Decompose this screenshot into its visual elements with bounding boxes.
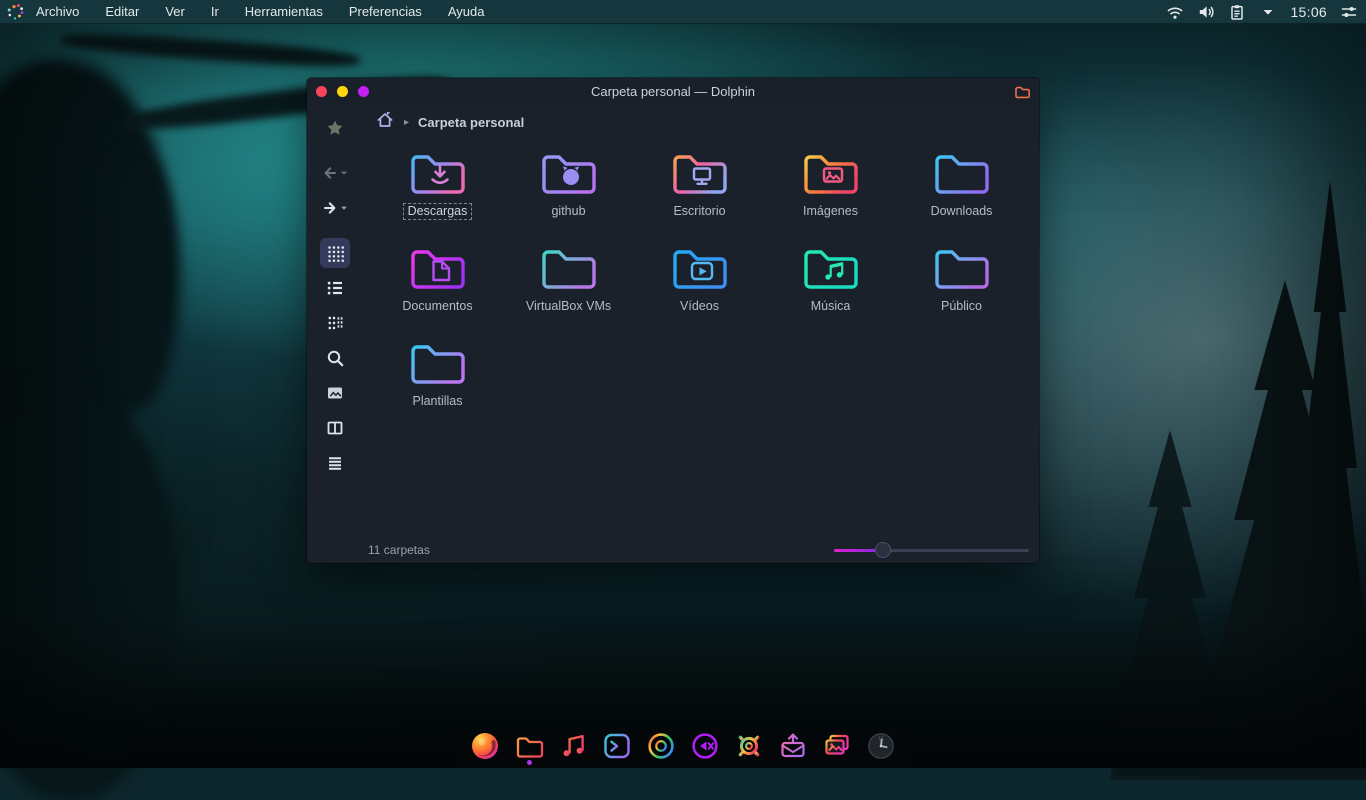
caret-down-icon[interactable] <box>1259 3 1277 21</box>
folder-icon <box>799 240 863 297</box>
folder-icon <box>406 240 470 297</box>
system-tray: 15:06 <box>1166 3 1366 21</box>
folder-icon <box>799 145 863 202</box>
folder-item[interactable]: Vídeos <box>634 240 765 335</box>
menu-item-ver[interactable]: Ver <box>165 4 185 19</box>
icons-view-button[interactable] <box>320 238 350 268</box>
breadcrumb-label[interactable]: Carpeta personal <box>418 115 524 130</box>
folder-item[interactable]: Escritorio <box>634 145 765 240</box>
file-manager-dock-icon[interactable] <box>514 731 544 765</box>
folder-icon <box>930 240 994 297</box>
chromium-dock-icon[interactable] <box>646 731 676 765</box>
status-bar: 11 carpetas <box>362 537 1039 563</box>
mail-send-dock-icon[interactable] <box>778 731 808 765</box>
toolbar-sidebar <box>307 105 362 563</box>
folder-item[interactable]: Descargas <box>372 145 503 240</box>
folder-icon <box>668 240 732 297</box>
photos-dock-icon[interactable] <box>822 731 852 765</box>
maximize-button[interactable] <box>358 86 369 97</box>
menu-item-preferencias[interactable]: Preferencias <box>349 4 422 19</box>
forward-button[interactable] <box>320 193 350 223</box>
folder-label: Imágenes <box>798 203 863 220</box>
folder-label: github <box>546 203 590 220</box>
folder-item[interactable]: Público <box>896 240 1027 335</box>
clock-dock-icon[interactable]: 12 <box>866 731 896 765</box>
search-button[interactable] <box>320 343 350 373</box>
branch-silhouette <box>60 30 361 71</box>
menu-item-archivo[interactable]: Archivo <box>36 4 79 19</box>
compact-view-button[interactable] <box>320 308 350 338</box>
status-folder-count: 11 carpetas <box>368 543 430 557</box>
folder-label: Música <box>806 298 856 315</box>
home-icon[interactable] <box>375 110 395 135</box>
titlebar[interactable]: Carpeta personal — Dolphin <box>307 78 1039 105</box>
folder-label: Escritorio <box>668 203 730 220</box>
folder-item[interactable]: Plantillas <box>372 335 503 430</box>
folder-grid: Descargas github Escritorio Imágenes Downloa… <box>362 139 1039 537</box>
volume-icon[interactable] <box>1197 3 1215 21</box>
menu-item-ayuda[interactable]: Ayuda <box>448 4 485 19</box>
menu-bar-items: Archivo Editar Ver Ir Herramientas Preferenci… <box>36 4 484 19</box>
menu-item-ir[interactable]: Ir <box>211 4 219 19</box>
folder-icon <box>406 145 470 202</box>
breadcrumb-separator-icon: ▸ <box>404 117 409 128</box>
folder-icon <box>930 145 994 202</box>
sliders-icon[interactable] <box>1340 3 1358 21</box>
list-view-button[interactable] <box>320 273 350 303</box>
dolphin-window: Carpeta personal — Dolphin ▸ Carpeta per… <box>307 78 1039 563</box>
back-button[interactable] <box>320 158 350 188</box>
zoom-slider-handle[interactable] <box>875 542 891 558</box>
folder-label: VirtualBox VMs <box>521 298 616 315</box>
media-player-dock-icon[interactable] <box>690 731 720 765</box>
folder-icon <box>537 145 601 202</box>
folder-label: Vídeos <box>675 298 724 315</box>
clock-time[interactable]: 15:06 <box>1290 4 1327 20</box>
firefox-dock-icon[interactable] <box>470 731 500 765</box>
folder-label: Descargas <box>403 203 473 220</box>
tree-silhouette <box>90 150 180 410</box>
dock: 12 <box>0 728 1366 768</box>
clipboard-icon[interactable] <box>1228 3 1246 21</box>
menu-button[interactable] <box>320 448 350 478</box>
folder-item[interactable]: VirtualBox VMs <box>503 240 634 335</box>
tree-silhouette <box>0 45 198 494</box>
terminal-dock-icon[interactable] <box>602 731 632 765</box>
preview-button[interactable] <box>320 378 350 408</box>
folder-icon <box>537 240 601 297</box>
conifer-silhouette <box>1285 180 1366 780</box>
menu-item-herramientas[interactable]: Herramientas <box>245 4 323 19</box>
top-menu-bar: Archivo Editar Ver Ir Herramientas Preferenci… <box>0 0 1366 24</box>
zoom-slider[interactable] <box>834 542 1029 558</box>
breadcrumb: ▸ Carpeta personal <box>362 105 1039 139</box>
minimize-button[interactable] <box>337 86 348 97</box>
folder-item[interactable]: Música <box>765 240 896 335</box>
folder-icon <box>406 335 470 392</box>
wifi-icon[interactable] <box>1166 3 1184 21</box>
window-title: Carpeta personal — Dolphin <box>307 84 1039 99</box>
folder-item[interactable]: Downloads <box>896 145 1027 240</box>
folder-item[interactable]: github <box>503 145 634 240</box>
conifer-silhouette <box>1200 280 1366 780</box>
distro-logo-icon[interactable] <box>6 2 26 22</box>
dolphin-app-folder-icon <box>1014 84 1030 100</box>
folder-label: Documentos <box>397 298 477 315</box>
menu-item-editar[interactable]: Editar <box>105 4 139 19</box>
folder-label: Plantillas <box>407 393 467 410</box>
folder-label: Público <box>936 298 987 315</box>
folder-label: Downloads <box>926 203 998 220</box>
music-player-dock-icon[interactable] <box>558 731 588 765</box>
active-app-indicator <box>527 760 532 765</box>
folder-icon <box>668 145 732 202</box>
folder-item[interactable]: Documentos <box>372 240 503 335</box>
window-controls <box>316 86 369 97</box>
split-view-button[interactable] <box>320 413 350 443</box>
settings-dock-icon[interactable] <box>734 731 764 765</box>
close-button[interactable] <box>316 86 327 97</box>
folder-item[interactable]: Imágenes <box>765 145 896 240</box>
star-button[interactable] <box>320 113 350 143</box>
